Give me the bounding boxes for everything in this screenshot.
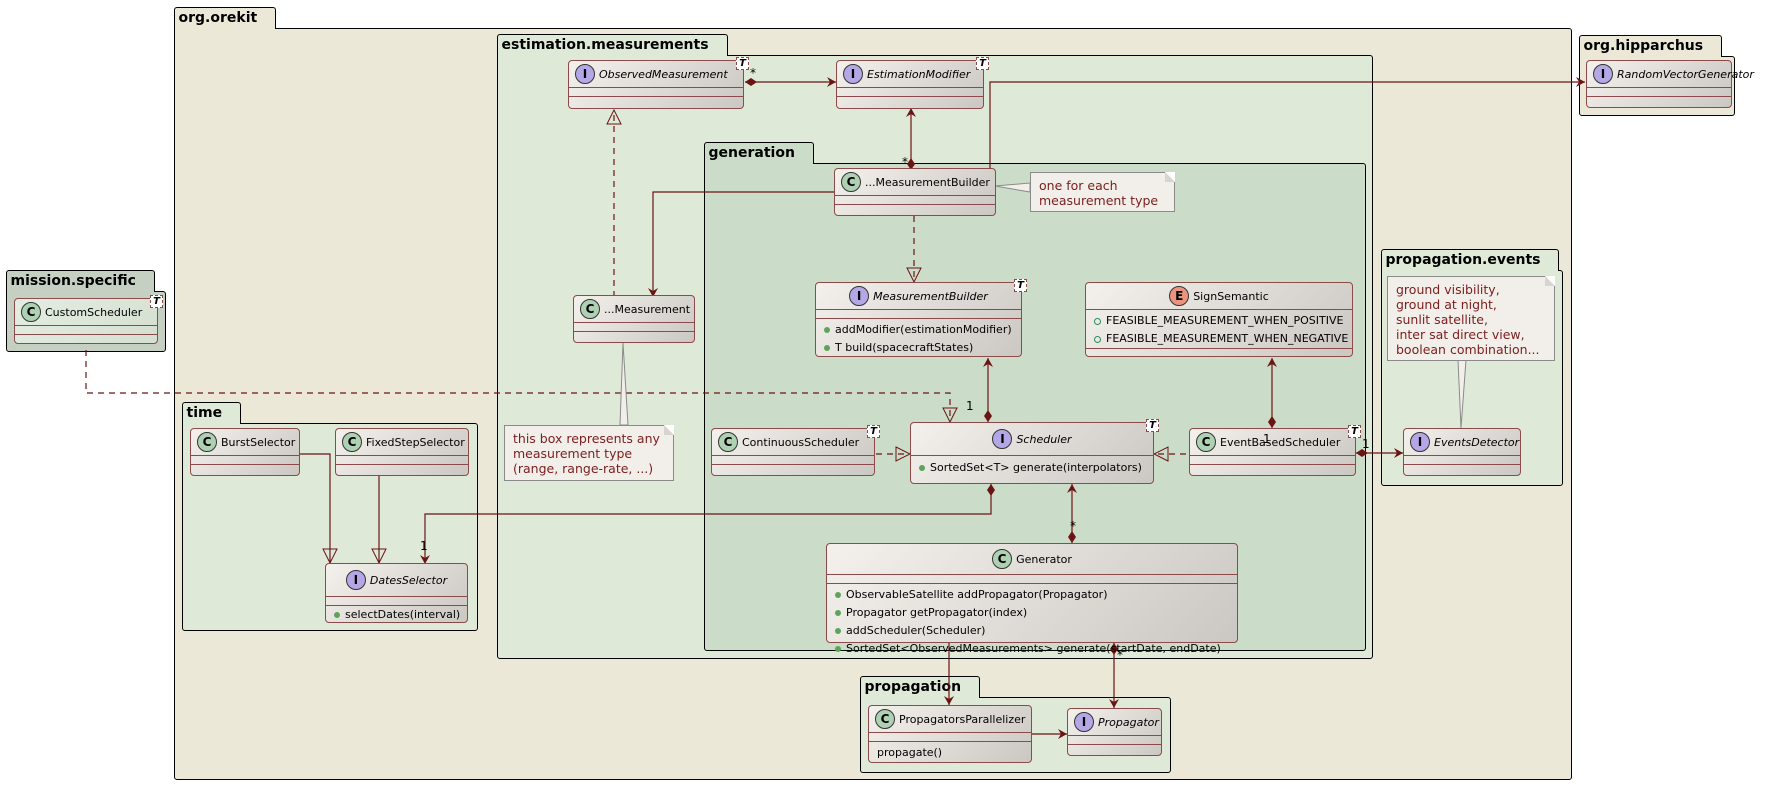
class-measurement[interactable]: C ...Measurement [573,295,695,343]
class-name: SignSemantic [1193,289,1269,303]
multiplicity-label: * [902,155,908,169]
package-tab: org.orekit [173,7,277,29]
class-icon: C [875,709,895,729]
class-name: EventBasedScheduler [1220,435,1341,449]
method: selectDates(interval) [326,606,467,624]
package-tab: generation [703,142,814,164]
class-name: ...MeasurementBuilder [865,175,990,189]
interface-icon: I [575,64,595,84]
method: propagate() [877,746,943,759]
class-name: RandomVectorGenerator [1617,67,1754,81]
method: SortedSet<T> generate(interpolators) [911,459,1153,477]
multiplicity-label: * [1117,648,1123,662]
class-name: EstimationModifier [867,67,971,81]
enum-value: FEASIBLE_MEASUREMENT_WHEN_POSITIVE [1086,312,1352,330]
type-parameter: T [1146,419,1159,432]
class-continuous-scheduler[interactable]: C ContinuousScheduler T [711,425,880,476]
class-icon: C [1196,432,1216,452]
package-tab: time [181,402,242,424]
package-tab: mission.specific [5,270,155,292]
class-name: PropagatorsParallelizer [899,712,1026,726]
interface-icon: I [843,64,863,84]
class-event-based-scheduler[interactable]: C EventBasedScheduler T [1189,425,1361,476]
enum-icon: E [1169,286,1190,306]
class-icon: C [718,432,738,452]
type-parameter: T [736,57,749,70]
class-measurement-builder-impl[interactable]: C ...MeasurementBuilder [834,168,996,216]
class-propagators-parallelizer[interactable]: C PropagatorsParallelizer propagate() [868,705,1032,763]
interface-icon: I [1074,712,1094,732]
interface-icon: I [345,570,366,590]
class-name: CustomScheduler [45,305,143,319]
class-observed-measurement[interactable]: I ObservedMeasurement T [568,57,749,109]
note-builder: one for each measurement type [1030,172,1175,212]
package-tab: org.hipparchus [1578,35,1723,57]
class-name: Scheduler [1016,432,1072,446]
class-name: EventsDetector [1434,435,1520,449]
class-generator[interactable]: C Generator ObservableSatellite addPropag… [826,543,1238,655]
class-scheduler[interactable]: I Scheduler SortedSet<T> generate(interpo… [910,419,1159,484]
class-name: Generator [1016,552,1072,566]
note-events: ground visibility, ground at night, sunlit… [1387,276,1555,361]
class-dates-selector[interactable]: I DatesSelector selectDates(interval) [325,563,468,623]
class-propagator[interactable]: I Propagator [1067,708,1162,756]
class-icon: C [580,299,600,319]
interface-icon: I [1593,64,1613,84]
class-icon: C [197,432,217,452]
method: T build(spacecraftStates) [816,339,1021,357]
multiplicity-label: 1 [1362,437,1370,451]
type-parameter: T [1014,279,1027,292]
package-tab: propagation [859,676,981,698]
multiplicity-label: * [750,66,756,80]
class-events-detector[interactable]: I EventsDetector [1403,428,1521,476]
multiplicity-label: 1 [966,399,974,413]
method: addModifier(estimationModifier) [816,321,1021,339]
type-parameter: T [1348,425,1361,438]
class-name: DatesSelector [369,573,448,587]
method: addScheduler(Scheduler) [827,622,1237,640]
class-burst-selector[interactable]: C BurstSelector [190,428,300,476]
class-measurement-builder[interactable]: I MeasurementBuilder addModifier(estimati… [815,279,1027,357]
type-parameter: T [976,57,989,70]
package-tab: estimation.measurements [496,34,728,56]
multiplicity-label: 1 [420,539,428,553]
class-name: Propagator [1098,715,1159,729]
class-estimation-modifier[interactable]: I EstimationModifier T [836,57,989,109]
note-measurement: this box represents any measurement type(… [504,425,674,481]
multiplicity-label: * [1070,519,1076,533]
class-icon: C [342,432,362,452]
type-parameter: T [867,425,880,438]
class-fixed-step-selector[interactable]: C FixedStepSelector [335,428,469,476]
multiplicity-label: 1 [1263,432,1271,446]
class-name: MeasurementBuilder [873,289,988,303]
class-random-vector-generator[interactable]: I RandomVectorGenerator [1586,60,1754,108]
enum-value: FEASIBLE_MEASUREMENT_WHEN_NEGATIVE [1086,330,1352,348]
class-icon: C [21,302,41,322]
type-parameter: T [150,295,163,308]
class-name: ContinuousScheduler [742,435,860,449]
class-icon: C [841,172,861,192]
method: ObservableSatellite addPropagator(Propag… [827,586,1237,604]
class-sign-semantic[interactable]: E SignSemantic FEASIBLE_MEASUREMENT_WHEN_… [1085,282,1353,357]
interface-icon: I [849,286,870,306]
package-tab: propagation.events [1380,249,1560,271]
class-name: ObservedMeasurement [599,67,728,81]
class-name: ...Measurement [604,302,691,316]
class-name: BurstSelector [221,435,296,449]
class-icon: C [992,549,1013,569]
interface-icon: I [1410,432,1430,452]
method: SortedSet<ObservedMeasurements> generate… [827,640,1237,658]
class-name: FixedStepSelector [366,435,465,449]
class-custom-scheduler[interactable]: C CustomScheduler T [14,295,163,344]
method: Propagator getPropagator(index) [827,604,1237,622]
interface-icon: I [992,429,1013,449]
